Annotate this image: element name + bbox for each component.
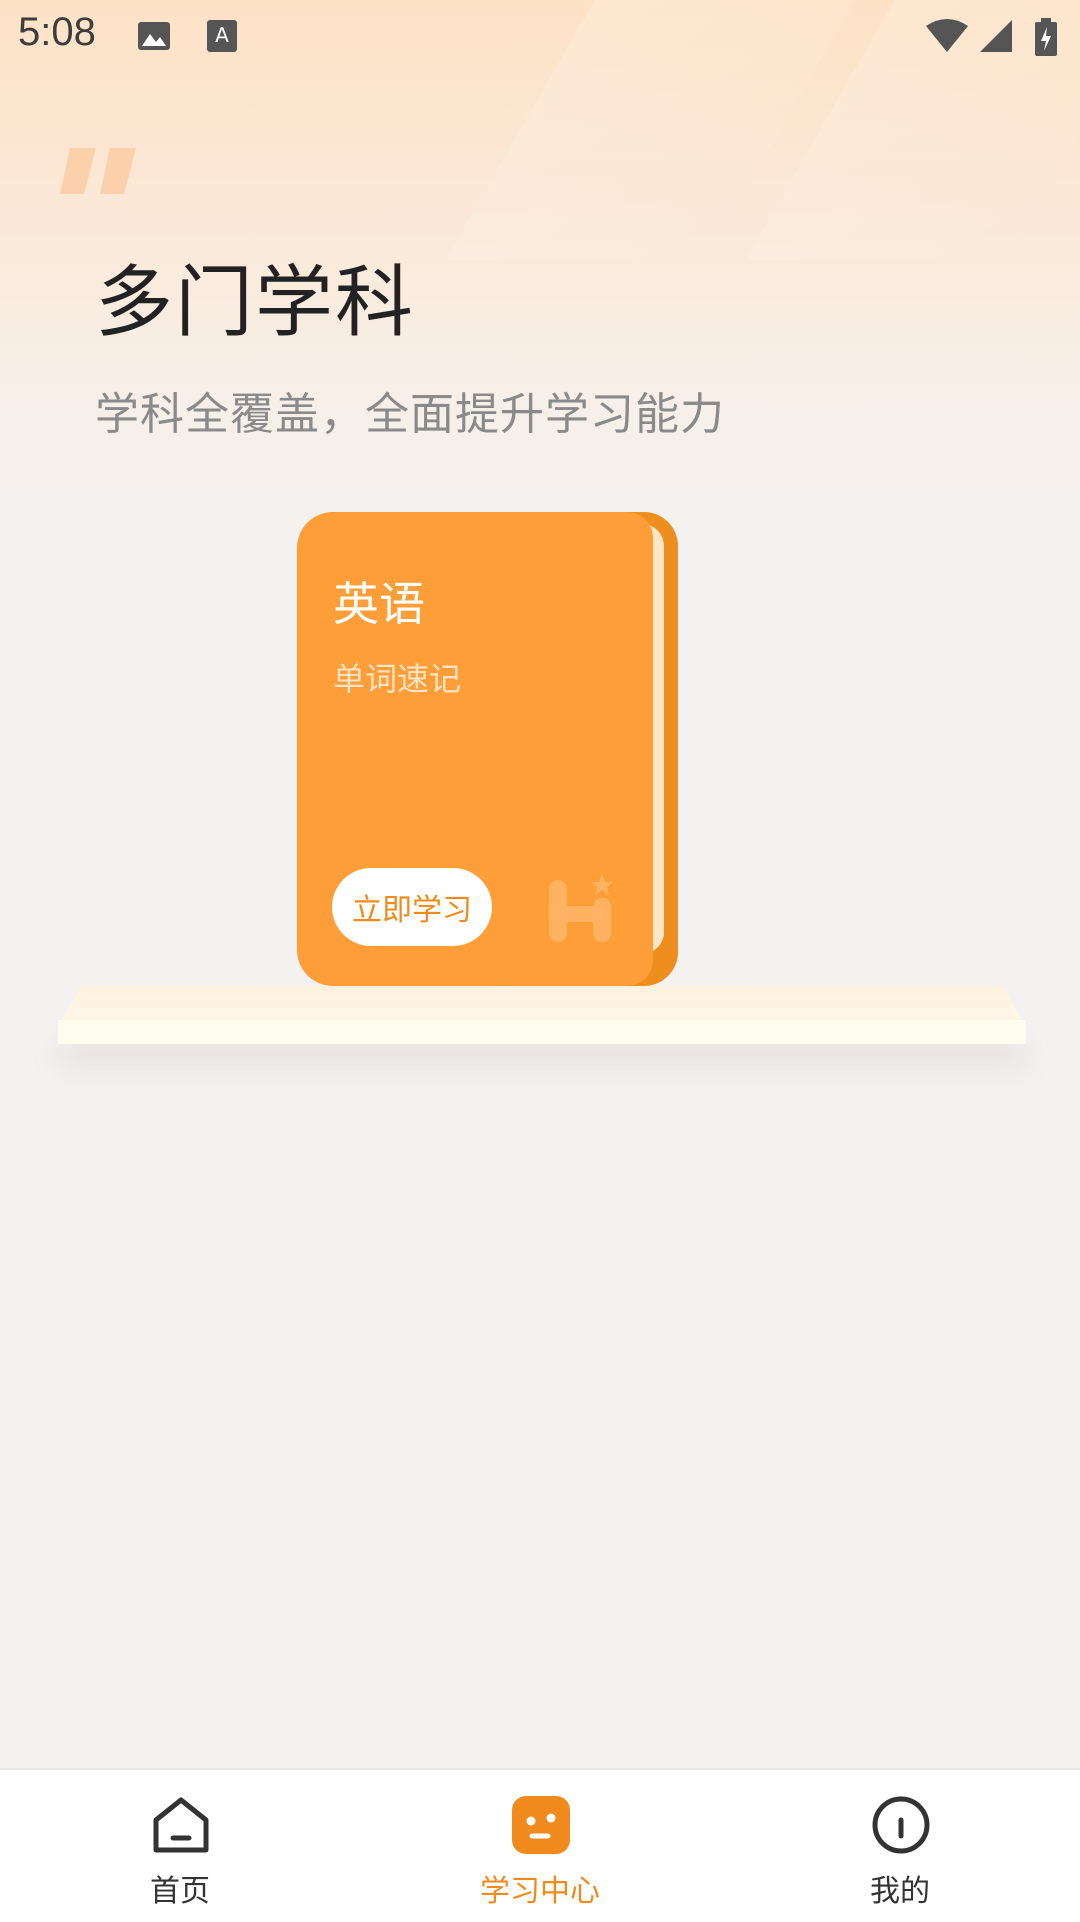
nav-item-home[interactable]: 首页 [60, 1770, 300, 1922]
cellular-signal-icon [980, 20, 1012, 52]
book-title: 英语 [333, 577, 425, 631]
page-subtitle: 学科全覆盖，全面提升学习能力 [95, 389, 725, 440]
bottom-navigation: 首页 学习中心 我的 [0, 1768, 1080, 1922]
nav-label-home: 首页 [150, 1874, 210, 1909]
home-icon [153, 1797, 209, 1853]
text-notification-icon: A [207, 20, 237, 52]
nav-item-study-center[interactable]: 学习中心 [420, 1770, 660, 1922]
book-subtitle: 单词速记 [333, 660, 462, 698]
page-title: 多门学科 [95, 258, 416, 348]
battery-charging-icon [1035, 18, 1057, 56]
status-time: 5:08 [18, 10, 96, 54]
profile-icon [872, 1796, 930, 1854]
svg-text:A: A [215, 23, 229, 47]
subject-book-card[interactable]: 英语 单词速记 立即学习 [297, 512, 653, 986]
brand-logo-icon [549, 874, 613, 942]
nav-label-profile: 我的 [870, 1874, 930, 1909]
bookshelf-top [62, 986, 1022, 1020]
start-study-button[interactable]: 立即学习 [332, 868, 492, 946]
quote-mark-icon [60, 148, 136, 194]
nav-label-study-center: 学习中心 [480, 1874, 600, 1909]
image-notification-icon [138, 22, 170, 50]
nav-item-profile[interactable]: 我的 [780, 1770, 1020, 1922]
bookshelf-front [58, 1020, 1026, 1044]
status-bar: 5:08 A [0, 0, 1080, 72]
study-center-icon [512, 1796, 570, 1854]
wifi-icon [926, 19, 968, 52]
